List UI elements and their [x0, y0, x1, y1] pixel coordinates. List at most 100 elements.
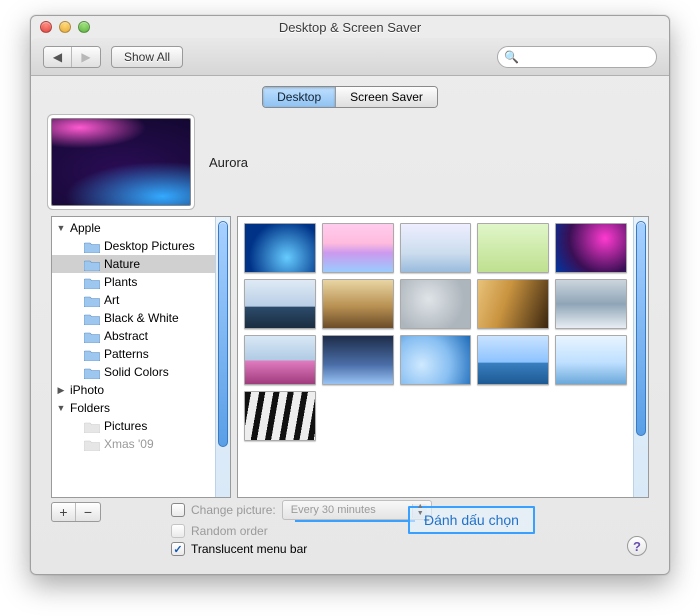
folder-icon: [84, 438, 100, 451]
checkbox-change-picture[interactable]: [171, 503, 185, 517]
help-button[interactable]: ?: [627, 536, 647, 556]
wallpaper-thumbnail[interactable]: [555, 335, 627, 385]
wallpaper-thumbnail[interactable]: [400, 335, 472, 385]
source-item[interactable]: Patterns: [52, 345, 215, 363]
search-field-wrap: 🔍: [497, 46, 657, 68]
item-label: Black & White: [104, 311, 179, 325]
source-item[interactable]: Plants: [52, 273, 215, 291]
group-label: iPhoto: [70, 383, 104, 397]
grid-scrollbar[interactable]: [633, 217, 648, 497]
source-item[interactable]: Black & White: [52, 309, 215, 327]
wallpaper-thumbnail[interactable]: [322, 279, 394, 329]
item-label: Xmas '09: [104, 437, 154, 451]
remove-folder-button[interactable]: −: [76, 503, 100, 521]
source-item[interactable]: Art: [52, 291, 215, 309]
tab-desktop[interactable]: Desktop: [263, 87, 336, 107]
popup-arrows-icon: ▲▼: [417, 503, 424, 517]
chevron-right-icon: ▶: [81, 50, 90, 64]
label-translucent-menubar: Translucent menu bar: [191, 542, 307, 556]
group-label: Apple: [70, 221, 101, 235]
disclosure-triangle-icon[interactable]: [56, 385, 66, 396]
item-label: Art: [104, 293, 119, 307]
source-item[interactable]: Desktop Pictures: [52, 237, 215, 255]
source-item[interactable]: Xmas '09: [52, 435, 215, 453]
wallpaper-name: Aurora: [209, 155, 248, 170]
wallpaper-thumbnail[interactable]: [244, 335, 316, 385]
tab-bar: Desktop Screen Saver: [31, 76, 669, 112]
wallpaper-thumbnail[interactable]: [322, 223, 394, 273]
add-folder-button[interactable]: +: [52, 503, 76, 521]
tab-screensaver[interactable]: Screen Saver: [336, 87, 437, 107]
opt-change-picture-row: Change picture: Every 30 minutes ▲▼: [171, 500, 432, 520]
source-list-box: AppleDesktop Pictures Nature Plants Art Blac…: [51, 216, 231, 498]
thumbnail-grid[interactable]: [238, 217, 633, 497]
folder-icon: [84, 258, 100, 271]
options: Change picture: Every 30 minutes ▲▼ Rand…: [171, 500, 432, 556]
item-label: Desktop Pictures: [104, 239, 195, 253]
source-group[interactable]: iPhoto: [52, 381, 215, 399]
source-group[interactable]: Folders: [52, 399, 215, 417]
scroll-thumb[interactable]: [636, 221, 646, 436]
current-wallpaper-row: Aurora: [31, 112, 669, 216]
search-icon: 🔍: [504, 50, 519, 64]
wallpaper-thumbnail[interactable]: [400, 279, 472, 329]
source-item[interactable]: Abstract: [52, 327, 215, 345]
nav-back-forward: ◀ ▶: [43, 46, 101, 68]
wallpaper-thumbnail[interactable]: [244, 223, 316, 273]
toolbar: ◀ ▶ Show All 🔍: [31, 38, 669, 76]
source-item[interactable]: Solid Colors: [52, 363, 215, 381]
wallpaper-thumbnail[interactable]: [477, 279, 549, 329]
opt-random-order-row: Random order: [171, 524, 432, 538]
item-label: Pictures: [104, 419, 147, 433]
label-change-picture: Change picture:: [191, 503, 276, 517]
thumbnail-grid-box: [237, 216, 649, 498]
scroll-thumb[interactable]: [218, 221, 228, 447]
wallpaper-thumbnail[interactable]: [322, 335, 394, 385]
add-remove-segment: + −: [51, 502, 101, 522]
folder-icon: [84, 240, 100, 253]
label-random-order: Random order: [191, 524, 268, 538]
wallpaper-thumbnail[interactable]: [477, 223, 549, 273]
chevron-left-icon: ◀: [53, 50, 62, 64]
annotation-leader-line: [295, 520, 415, 522]
wallpaper-thumbnail[interactable]: [555, 223, 627, 273]
wallpaper-thumbnail[interactable]: [555, 279, 627, 329]
source-item[interactable]: Pictures: [52, 417, 215, 435]
disclosure-triangle-icon[interactable]: [56, 403, 66, 413]
item-label: Patterns: [104, 347, 149, 361]
opt-translucent-row: ✓ Translucent menu bar: [171, 542, 432, 556]
checkbox-translucent-menubar[interactable]: ✓: [171, 542, 185, 556]
group-label: Folders: [70, 401, 110, 415]
annotation-callout: Đánh dấu chọn: [408, 506, 535, 534]
wallpaper-thumbnail[interactable]: [400, 223, 472, 273]
disclosure-triangle-icon[interactable]: [56, 223, 66, 233]
back-button[interactable]: ◀: [44, 47, 72, 67]
search-input[interactable]: [497, 46, 657, 68]
item-label: Nature: [104, 257, 140, 271]
folder-icon: [84, 420, 100, 433]
prefpane-window: Desktop & Screen Saver ◀ ▶ Show All 🔍 De…: [30, 15, 670, 575]
folder-icon: [84, 276, 100, 289]
split-pane: AppleDesktop Pictures Nature Plants Art Blac…: [31, 216, 669, 498]
forward-button[interactable]: ▶: [72, 47, 100, 67]
item-label: Solid Colors: [104, 365, 169, 379]
show-all-button[interactable]: Show All: [111, 46, 183, 68]
source-group[interactable]: Apple: [52, 219, 215, 237]
checkbox-random-order: [171, 524, 185, 538]
item-label: Plants: [104, 275, 137, 289]
footer: + − Change picture: Every 30 minutes ▲▼ …: [31, 498, 669, 574]
titlebar: Desktop & Screen Saver: [31, 16, 669, 38]
item-label: Abstract: [104, 329, 148, 343]
folder-icon: [84, 294, 100, 307]
folder-icon: [84, 348, 100, 361]
wallpaper-thumbnail[interactable]: [244, 391, 316, 441]
wallpaper-thumbnail[interactable]: [244, 279, 316, 329]
window-title: Desktop & Screen Saver: [31, 20, 669, 35]
wallpaper-preview: [51, 118, 191, 206]
folder-icon: [84, 330, 100, 343]
sidebar-scrollbar[interactable]: [215, 217, 230, 497]
folder-icon: [84, 366, 100, 379]
source-list[interactable]: AppleDesktop Pictures Nature Plants Art Blac…: [52, 217, 215, 497]
source-item[interactable]: Nature: [52, 255, 215, 273]
wallpaper-thumbnail[interactable]: [477, 335, 549, 385]
